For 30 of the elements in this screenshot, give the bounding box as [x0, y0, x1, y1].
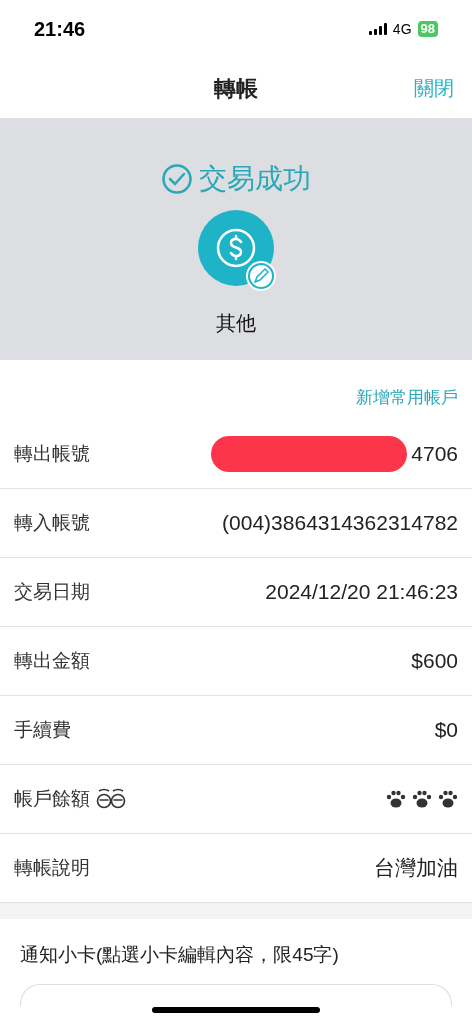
success-status: 交易成功 — [199, 162, 311, 196]
paw-icon — [438, 790, 458, 808]
row-label: 帳戶餘額 — [14, 786, 90, 811]
add-account-link[interactable]: 新增常用帳戶 — [356, 384, 458, 410]
row-value: 台灣加油 — [374, 855, 458, 882]
status-time: 21:46 — [34, 17, 86, 42]
paw-icon — [412, 790, 432, 808]
category-label: 其他 — [216, 311, 256, 336]
notification-card[interactable] — [20, 983, 452, 1006]
row-value: (004)3864314362314782 — [222, 510, 458, 537]
edit-pencil-icon[interactable] — [245, 260, 277, 292]
closed-eyes-icon[interactable] — [96, 788, 126, 810]
row-label: 轉出帳號 — [14, 441, 90, 466]
close-button[interactable]: 關閉 — [414, 73, 454, 103]
check-circle-icon — [161, 163, 193, 195]
row-label: 交易日期 — [14, 579, 90, 604]
signal-icon — [368, 23, 387, 35]
row-label: 轉入帳號 — [14, 510, 90, 535]
network-label: 4G — [392, 19, 412, 39]
battery-level: 98 — [417, 21, 438, 37]
row-label: 手續費 — [14, 717, 71, 742]
row-value: 2024/12/20 21:46:23 — [265, 579, 458, 606]
row-label: 轉出金額 — [14, 648, 90, 673]
row-value: $600 — [411, 648, 458, 675]
row-value: 4706 — [411, 441, 458, 468]
card-title: 通知小卡(點選小卡編輯內容，限45字) — [20, 943, 340, 967]
page-title: 轉帳 — [214, 74, 258, 103]
row-label: 轉帳說明 — [14, 855, 90, 880]
paw-icon — [386, 790, 406, 808]
row-value: $0 — [434, 717, 458, 744]
